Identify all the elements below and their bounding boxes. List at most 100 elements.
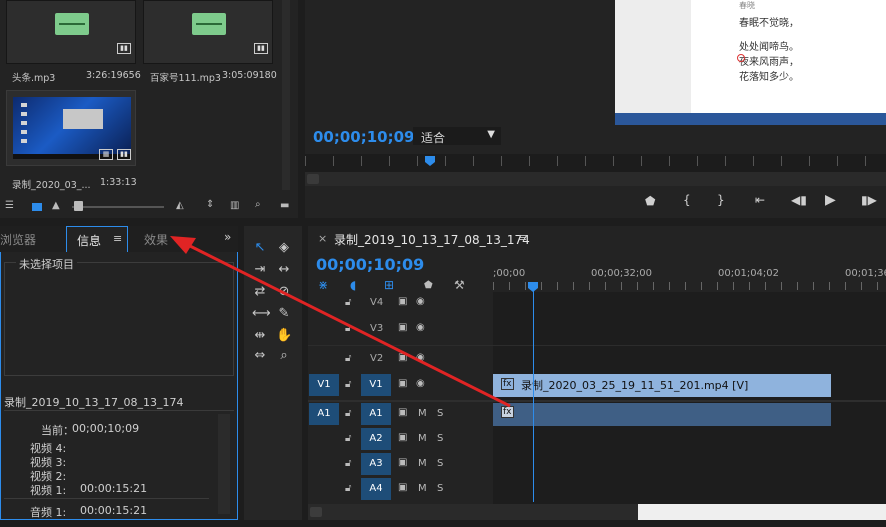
lock-icon[interactable]: 🔓︎ bbox=[345, 379, 351, 390]
project-item-audio-1[interactable]: ▮▮ bbox=[6, 0, 136, 64]
tab-menu-icon[interactable]: ≡ bbox=[113, 232, 122, 245]
track-target-a2[interactable]: A2 bbox=[361, 428, 391, 450]
sync-lock-icon[interactable]: ▣ bbox=[398, 482, 407, 493]
track-row-v2: 🔓︎ V2 ▣ ◉ bbox=[308, 348, 886, 372]
eye-icon[interactable]: ◉ bbox=[416, 352, 425, 363]
lock-icon[interactable]: 🔓︎ bbox=[345, 353, 351, 364]
search-icon[interactable]: ⌕ bbox=[255, 199, 261, 210]
info-row-value: 00:00:15:21 bbox=[80, 504, 148, 517]
sync-lock-icon[interactable]: ▣ bbox=[398, 352, 407, 363]
tab-browser[interactable]: 浏览器 bbox=[0, 231, 36, 248]
zoom-slider[interactable] bbox=[72, 206, 164, 208]
freeform-view-icon[interactable]: ▲ bbox=[52, 200, 60, 211]
mute-button[interactable]: M bbox=[418, 458, 427, 469]
tab-overflow-icon[interactable]: » bbox=[224, 230, 231, 244]
lock-icon[interactable]: 🔓︎ bbox=[345, 433, 351, 444]
icon-view-icon[interactable] bbox=[32, 203, 42, 211]
step-back-icon[interactable]: ◀▮ bbox=[791, 193, 807, 207]
linked-selection-icon[interactable]: ⊞ bbox=[384, 278, 394, 292]
slide-tool-icon[interactable]: ⇹ bbox=[252, 328, 268, 344]
lock-icon[interactable]: 🔓︎ bbox=[345, 483, 351, 494]
slip-tool-icon[interactable]: ⟷ bbox=[252, 306, 271, 322]
timeline-tab-sequence[interactable]: 录制_2019_10_13_17_08_13_174 bbox=[334, 231, 530, 248]
folder-icon[interactable]: ▬ bbox=[280, 200, 289, 211]
track-select-tool-icon[interactable]: ◈ bbox=[276, 240, 292, 256]
eye-icon[interactable]: ◉ bbox=[416, 322, 425, 333]
solo-button[interactable]: S bbox=[437, 458, 443, 469]
info-scrollbar[interactable] bbox=[218, 414, 230, 514]
info-row-label: 视频 1: bbox=[30, 484, 67, 497]
tab-effects[interactable]: 效果 bbox=[144, 231, 168, 248]
sync-lock-icon[interactable]: ▣ bbox=[398, 457, 407, 468]
track-label: V4 bbox=[370, 297, 384, 308]
tab-info[interactable]: 信息 ≡ bbox=[66, 226, 128, 252]
source-patch-v1[interactable]: V1 bbox=[309, 374, 339, 396]
track-target-a1[interactable]: A1 bbox=[361, 403, 391, 425]
step-forward-icon[interactable]: ▮▶ bbox=[861, 193, 877, 207]
video-audio-divider bbox=[308, 400, 886, 402]
sync-lock-icon[interactable]: ▣ bbox=[398, 296, 407, 307]
mountain-icon[interactable]: ◭ bbox=[176, 200, 184, 211]
rolling-edit-tool-icon[interactable]: ⇄ bbox=[252, 284, 268, 300]
eye-icon[interactable]: ◉ bbox=[416, 296, 425, 307]
ripple-edit-tool-icon[interactable]: ⇥ bbox=[252, 262, 268, 278]
project-item-name: 百家号111.mp3 bbox=[150, 73, 221, 84]
sync-lock-icon[interactable]: ▣ bbox=[398, 432, 407, 443]
audio-badge-icon: ▮▮ bbox=[254, 43, 268, 54]
go-to-in-icon[interactable]: ⇤ bbox=[755, 193, 765, 207]
track-target-v1[interactable]: V1 bbox=[361, 374, 391, 396]
sort-icon[interactable]: ⇕ bbox=[206, 199, 214, 210]
sync-lock-icon[interactable]: ▣ bbox=[398, 378, 407, 389]
program-mini-ruler[interactable] bbox=[305, 154, 886, 186]
lock-icon[interactable]: 🔓︎ bbox=[345, 408, 351, 419]
nest-toggle-icon[interactable]: ⋇ bbox=[318, 278, 328, 292]
project-item-name: 头条.mp3 bbox=[12, 73, 56, 84]
add-marker-icon[interactable]: ⬟ bbox=[424, 280, 433, 291]
track-target-a3[interactable]: A3 bbox=[361, 453, 391, 475]
add-marker-icon[interactable]: ⬟ bbox=[645, 194, 655, 208]
zoom-slider-handle[interactable] bbox=[74, 201, 83, 211]
lock-icon[interactable]: 🔓︎ bbox=[345, 297, 351, 308]
magnifier-tool-icon[interactable]: ⌕ bbox=[276, 348, 292, 364]
timeline-scrollbar[interactable] bbox=[308, 504, 886, 520]
eye-icon[interactable]: ◉ bbox=[416, 378, 425, 389]
zoom-tool-icon[interactable]: ⇔ bbox=[252, 348, 268, 364]
rate-stretch-tool-icon[interactable]: ↔ bbox=[276, 262, 292, 278]
play-icon[interactable]: ▶ bbox=[825, 192, 836, 208]
fit-dropdown[interactable]: 适合 ▼ bbox=[413, 127, 501, 145]
solo-button[interactable]: S bbox=[437, 433, 443, 444]
project-item-video[interactable]: ▦ ▮▮ bbox=[6, 90, 136, 166]
audio-clip[interactable]: fx bbox=[493, 403, 831, 426]
automate-icon[interactable]: ▥ bbox=[230, 200, 239, 211]
mark-in-icon[interactable]: { bbox=[683, 193, 691, 207]
wrench-icon[interactable]: ⚒ bbox=[454, 278, 465, 292]
list-view-icon[interactable]: ☰ bbox=[5, 200, 14, 211]
video-thumbnail bbox=[13, 97, 131, 159]
selection-tool-icon[interactable]: ↖ bbox=[252, 240, 268, 256]
hand-tool-icon[interactable]: ✋ bbox=[276, 328, 292, 344]
mute-button[interactable]: M bbox=[418, 433, 427, 444]
project-item-audio-2[interactable]: ▮▮ bbox=[143, 0, 273, 64]
lock-icon[interactable]: 🔓︎ bbox=[345, 323, 351, 334]
track-target-a4[interactable]: A4 bbox=[361, 478, 391, 500]
solo-button[interactable]: S bbox=[437, 408, 443, 419]
mute-button[interactable]: M bbox=[418, 408, 427, 419]
solo-button[interactable]: S bbox=[437, 483, 443, 494]
source-patch-a1[interactable]: A1 bbox=[309, 403, 339, 425]
sync-lock-icon[interactable]: ▣ bbox=[398, 407, 407, 418]
video-clip[interactable]: fx 录制_2020_03_25_19_11_51_201.mp4 [V] bbox=[493, 374, 831, 397]
sync-lock-icon[interactable]: ▣ bbox=[398, 322, 407, 333]
lock-icon[interactable]: 🔓︎ bbox=[345, 458, 351, 469]
program-scrollbar[interactable] bbox=[305, 172, 886, 186]
timeline-timecode[interactable]: 00;00;10;09 bbox=[316, 255, 424, 274]
close-sequence-icon[interactable]: × bbox=[318, 232, 327, 245]
project-scrollbar[interactable] bbox=[282, 0, 290, 190]
pen-tool-icon[interactable]: ✎ bbox=[276, 306, 292, 322]
timeline-tab-menu-icon[interactable]: ≡ bbox=[518, 231, 527, 244]
razor-tool-icon[interactable]: ⊘ bbox=[276, 284, 292, 300]
mark-out-icon[interactable]: } bbox=[717, 193, 725, 207]
program-timecode[interactable]: 00;00;10;09 bbox=[313, 128, 415, 146]
mute-button[interactable]: M bbox=[418, 483, 427, 494]
ruler-label: 00;01;04;02 bbox=[718, 268, 780, 279]
snap-icon[interactable]: ◖ bbox=[350, 278, 356, 292]
